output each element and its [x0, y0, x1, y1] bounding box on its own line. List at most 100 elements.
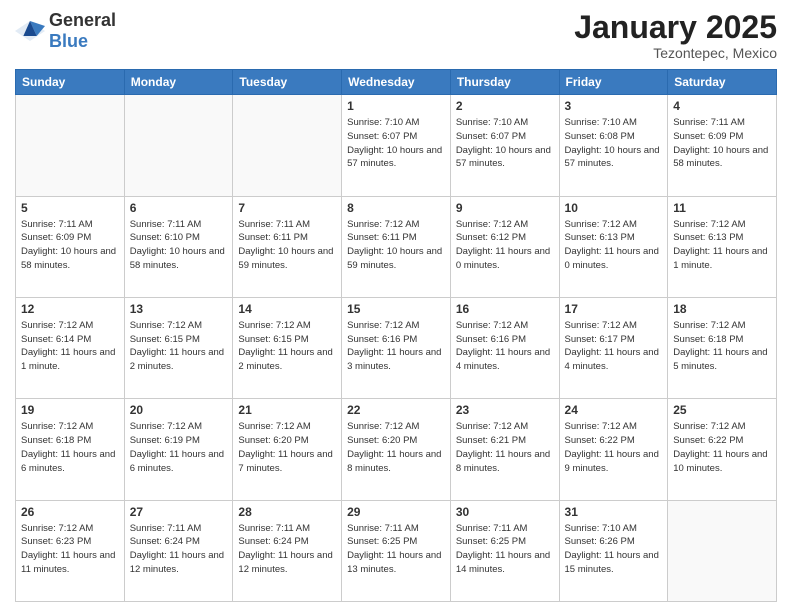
calendar-cell: 15 Sunrise: 7:12 AMSunset: 6:16 PMDayligh… — [342, 297, 451, 398]
calendar-cell: 3 Sunrise: 7:10 AMSunset: 6:08 PMDaylight… — [559, 95, 668, 196]
day-info: Sunrise: 7:11 AMSunset: 6:25 PMDaylight:… — [456, 522, 554, 577]
day-info: Sunrise: 7:12 AMSunset: 6:14 PMDaylight:… — [21, 319, 119, 374]
calendar-cell: 20 Sunrise: 7:12 AMSunset: 6:19 PMDayligh… — [124, 399, 233, 500]
day-info: Sunrise: 7:10 AMSunset: 6:26 PMDaylight:… — [565, 522, 663, 577]
day-number: 6 — [130, 201, 228, 215]
day-number: 23 — [456, 403, 554, 417]
day-number: 22 — [347, 403, 445, 417]
day-info: Sunrise: 7:12 AMSunset: 6:17 PMDaylight:… — [565, 319, 663, 374]
day-info: Sunrise: 7:10 AMSunset: 6:07 PMDaylight:… — [456, 116, 554, 171]
day-number: 5 — [21, 201, 119, 215]
calendar-cell: 26Sunrise: 7:12 AMSunset: 6:23 PMDayligh… — [16, 500, 125, 601]
day-info: Sunrise: 7:12 AMSunset: 6:20 PMDaylight:… — [347, 420, 445, 475]
calendar-cell: 1 Sunrise: 7:10 AMSunset: 6:07 PMDaylight… — [342, 95, 451, 196]
logo-icon — [15, 19, 45, 43]
calendar-cell: 10 Sunrise: 7:12 AMSunset: 6:13 PMDayligh… — [559, 196, 668, 297]
day-number: 9 — [456, 201, 554, 215]
day-info: Sunrise: 7:12 AMSunset: 6:16 PMDaylight:… — [347, 319, 445, 374]
title-area: January 2025 Tezontepec, Mexico — [574, 10, 777, 61]
day-number: 25 — [673, 403, 771, 417]
logo-text: General Blue — [49, 10, 116, 52]
header-thursday: Thursday — [450, 70, 559, 95]
calendar-cell: 28 Sunrise: 7:11 AMSunset: 6:24 PMDayligh… — [233, 500, 342, 601]
header-tuesday: Tuesday — [233, 70, 342, 95]
header-friday: Friday — [559, 70, 668, 95]
day-info: Sunrise: 7:12 AMSunset: 6:13 PMDaylight:… — [673, 218, 771, 273]
day-info: Sunrise: 7:12 AMSunset: 6:12 PMDaylight:… — [456, 218, 554, 273]
day-info: Sunrise: 7:12 AMSunset: 6:20 PMDaylight:… — [238, 420, 336, 475]
day-number: 10 — [565, 201, 663, 215]
calendar-cell: 13Sunrise: 7:12 AMSunset: 6:15 PMDayligh… — [124, 297, 233, 398]
day-number: 24 — [565, 403, 663, 417]
page: General Blue January 2025 Tezontepec, Me… — [0, 0, 792, 612]
calendar-cell: 21 Sunrise: 7:12 AMSunset: 6:20 PMDayligh… — [233, 399, 342, 500]
calendar-cell: 19Sunrise: 7:12 AMSunset: 6:18 PMDayligh… — [16, 399, 125, 500]
calendar-cell: 22 Sunrise: 7:12 AMSunset: 6:20 PMDayligh… — [342, 399, 451, 500]
day-number: 11 — [673, 201, 771, 215]
day-info: Sunrise: 7:10 AMSunset: 6:07 PMDaylight:… — [347, 116, 445, 171]
day-info: Sunrise: 7:11 AMSunset: 6:25 PMDaylight:… — [347, 522, 445, 577]
calendar-week-4: 19Sunrise: 7:12 AMSunset: 6:18 PMDayligh… — [16, 399, 777, 500]
day-info: Sunrise: 7:11 AMSunset: 6:11 PMDaylight:… — [238, 218, 336, 273]
day-info: Sunrise: 7:12 AMSunset: 6:21 PMDaylight:… — [456, 420, 554, 475]
calendar-cell: 17 Sunrise: 7:12 AMSunset: 6:17 PMDayligh… — [559, 297, 668, 398]
day-info: Sunrise: 7:11 AMSunset: 6:24 PMDaylight:… — [238, 522, 336, 577]
day-number: 15 — [347, 302, 445, 316]
calendar-cell: 31 Sunrise: 7:10 AMSunset: 6:26 PMDayligh… — [559, 500, 668, 601]
calendar-cell: 5 Sunrise: 7:11 AMSunset: 6:09 PMDaylight… — [16, 196, 125, 297]
calendar-cell: 6 Sunrise: 7:11 AMSunset: 6:10 PMDaylight… — [124, 196, 233, 297]
calendar-cell: 16Sunrise: 7:12 AMSunset: 6:16 PMDayligh… — [450, 297, 559, 398]
day-number: 29 — [347, 505, 445, 519]
calendar-cell: 7 Sunrise: 7:11 AMSunset: 6:11 PMDaylight… — [233, 196, 342, 297]
calendar-cell: 30 Sunrise: 7:11 AMSunset: 6:25 PMDayligh… — [450, 500, 559, 601]
day-number: 1 — [347, 99, 445, 113]
calendar-cell: 12 Sunrise: 7:12 AMSunset: 6:14 PMDayligh… — [16, 297, 125, 398]
day-info: Sunrise: 7:12 AMSunset: 6:11 PMDaylight:… — [347, 218, 445, 273]
calendar-week-2: 5 Sunrise: 7:11 AMSunset: 6:09 PMDaylight… — [16, 196, 777, 297]
header: General Blue January 2025 Tezontepec, Me… — [15, 10, 777, 61]
day-info: Sunrise: 7:11 AMSunset: 6:10 PMDaylight:… — [130, 218, 228, 273]
day-number: 14 — [238, 302, 336, 316]
day-number: 2 — [456, 99, 554, 113]
month-title: January 2025 — [574, 10, 777, 45]
calendar-cell: 8 Sunrise: 7:12 AMSunset: 6:11 PMDaylight… — [342, 196, 451, 297]
day-number: 20 — [130, 403, 228, 417]
calendar-week-3: 12 Sunrise: 7:12 AMSunset: 6:14 PMDayligh… — [16, 297, 777, 398]
day-number: 8 — [347, 201, 445, 215]
day-number: 30 — [456, 505, 554, 519]
calendar-cell: 27Sunrise: 7:11 AMSunset: 6:24 PMDayligh… — [124, 500, 233, 601]
day-number: 17 — [565, 302, 663, 316]
day-info: Sunrise: 7:10 AMSunset: 6:08 PMDaylight:… — [565, 116, 663, 171]
day-number: 4 — [673, 99, 771, 113]
header-saturday: Saturday — [668, 70, 777, 95]
calendar-cell: 4Sunrise: 7:11 AMSunset: 6:09 PMDaylight… — [668, 95, 777, 196]
day-number: 12 — [21, 302, 119, 316]
day-number: 26 — [21, 505, 119, 519]
day-info: Sunrise: 7:12 AMSunset: 6:19 PMDaylight:… — [130, 420, 228, 475]
calendar-cell: 18 Sunrise: 7:12 AMSunset: 6:18 PMDayligh… — [668, 297, 777, 398]
day-info: Sunrise: 7:12 AMSunset: 6:15 PMDaylight:… — [238, 319, 336, 374]
calendar-table: Sunday Monday Tuesday Wednesday Thursday… — [15, 69, 777, 602]
day-number: 7 — [238, 201, 336, 215]
day-number: 21 — [238, 403, 336, 417]
day-number: 31 — [565, 505, 663, 519]
calendar-week-1: 1 Sunrise: 7:10 AMSunset: 6:07 PMDaylight… — [16, 95, 777, 196]
day-number: 18 — [673, 302, 771, 316]
day-number: 3 — [565, 99, 663, 113]
day-number: 28 — [238, 505, 336, 519]
calendar-cell: 2 Sunrise: 7:10 AMSunset: 6:07 PMDaylight… — [450, 95, 559, 196]
day-info: Sunrise: 7:11 AMSunset: 6:09 PMDaylight:… — [21, 218, 119, 273]
day-info: Sunrise: 7:12 AMSunset: 6:13 PMDaylight:… — [565, 218, 663, 273]
day-info: Sunrise: 7:12 AMSunset: 6:15 PMDaylight:… — [130, 319, 228, 374]
day-info: Sunrise: 7:12 AMSunset: 6:22 PMDaylight:… — [565, 420, 663, 475]
header-monday: Monday — [124, 70, 233, 95]
calendar-week-5: 26Sunrise: 7:12 AMSunset: 6:23 PMDayligh… — [16, 500, 777, 601]
day-info: Sunrise: 7:12 AMSunset: 6:18 PMDaylight:… — [673, 319, 771, 374]
calendar-cell: 29 Sunrise: 7:11 AMSunset: 6:25 PMDayligh… — [342, 500, 451, 601]
calendar-cell: 9 Sunrise: 7:12 AMSunset: 6:12 PMDaylight… — [450, 196, 559, 297]
day-info: Sunrise: 7:12 AMSunset: 6:22 PMDaylight:… — [673, 420, 771, 475]
day-info: Sunrise: 7:12 AMSunset: 6:16 PMDaylight:… — [456, 319, 554, 374]
calendar-cell: 25 Sunrise: 7:12 AMSunset: 6:22 PMDayligh… — [668, 399, 777, 500]
location: Tezontepec, Mexico — [574, 45, 777, 61]
calendar-cell: 23 Sunrise: 7:12 AMSunset: 6:21 PMDayligh… — [450, 399, 559, 500]
